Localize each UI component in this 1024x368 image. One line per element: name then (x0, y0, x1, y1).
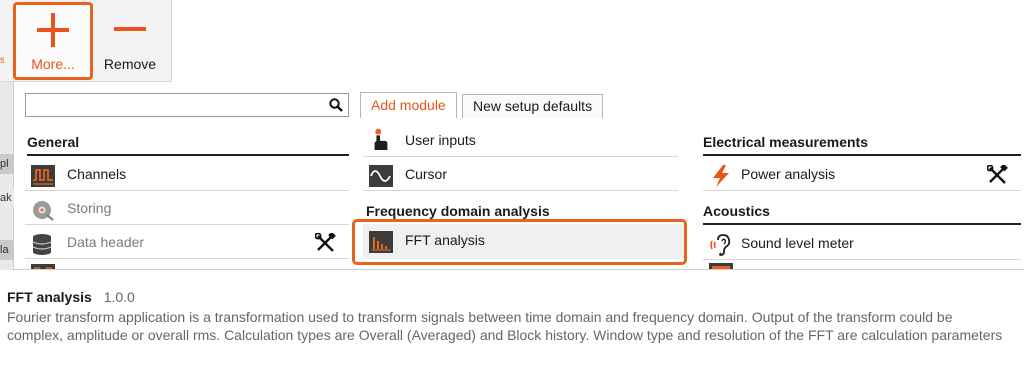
lightning-icon (713, 165, 729, 187)
description-version: 1.0.0 (103, 289, 135, 305)
ribbon-group: s More... Remove (0, 0, 172, 82)
tab-new-setup-defaults[interactable]: New setup defaults (462, 94, 604, 118)
minus-icon (114, 27, 146, 31)
module-item-data-header[interactable]: Data header (25, 226, 349, 259)
channels-icon (31, 165, 55, 187)
section-heading-frequency: Frequency domain analysis (366, 203, 550, 219)
module-item-label: Cursor (405, 166, 448, 182)
cursor-wave-icon (369, 165, 393, 187)
search-input[interactable] (28, 95, 318, 115)
module-item-label: User inputs (405, 132, 476, 148)
module-icon-partial (31, 264, 55, 269)
module-item-label: Sound level meter (741, 235, 854, 251)
tools-icon[interactable] (987, 165, 1009, 185)
ear-sound-icon (710, 234, 731, 256)
module-item-power-analysis[interactable]: Power analysis (703, 158, 1021, 191)
fft-icon (369, 231, 393, 253)
search-box[interactable] (25, 93, 349, 117)
module-panel: Add module New setup defaults General Ch… (14, 82, 1024, 270)
description-text: Fourier transform application is a trans… (7, 309, 1003, 343)
description-title: FFT analysis (7, 289, 92, 305)
left-strip-label: ak (0, 188, 14, 208)
tools-icon[interactable] (315, 233, 337, 253)
module-description: FFT analysis 1.0.0 Fourier transform app… (0, 283, 1024, 368)
remove-button-label: Remove (103, 56, 157, 72)
module-item-cursor[interactable]: Cursor (363, 158, 678, 191)
module-item-channels[interactable]: Channels (25, 158, 349, 191)
more-button-label: More... (31, 56, 75, 72)
module-item-label: Storing (67, 200, 112, 216)
left-strip-label: la (0, 240, 14, 260)
left-strip-label: pl (0, 154, 14, 174)
module-item-label: Power analysis (741, 166, 836, 182)
ribbon-toolbar: s More... Remove (0, 0, 1024, 82)
module-item-partial (25, 260, 349, 269)
ribbon-edge-text: s (0, 55, 4, 66)
section-heading-general: General (27, 134, 349, 156)
module-item-sound-level-meter[interactable]: Sound level meter (703, 227, 1021, 260)
module-item-user-inputs[interactable]: User inputs (363, 124, 678, 157)
module-item-label: FFT analysis (405, 232, 485, 248)
module-item-fft-analysis[interactable]: FFT analysis (363, 224, 685, 259)
left-side-strip: pl ak la (0, 82, 14, 270)
database-icon (32, 234, 52, 255)
module-item-label: Channels (67, 166, 127, 182)
plus-icon (37, 13, 69, 47)
remove-button[interactable]: Remove (90, 2, 170, 80)
section-heading-electrical: Electrical measurements (703, 134, 1021, 156)
section-heading-acoustics: Acoustics (703, 203, 1021, 225)
storing-icon (33, 201, 54, 221)
module-item-storing[interactable]: Storing (25, 192, 349, 225)
more-button[interactable]: More... (13, 2, 93, 80)
module-item-label: Data header (67, 234, 145, 250)
module-icon-partial (709, 263, 733, 269)
module-item-partial (703, 261, 1021, 269)
search-icon[interactable] (328, 97, 344, 113)
user-input-icon (374, 128, 388, 150)
tab-add-module[interactable]: Add module (360, 92, 457, 118)
